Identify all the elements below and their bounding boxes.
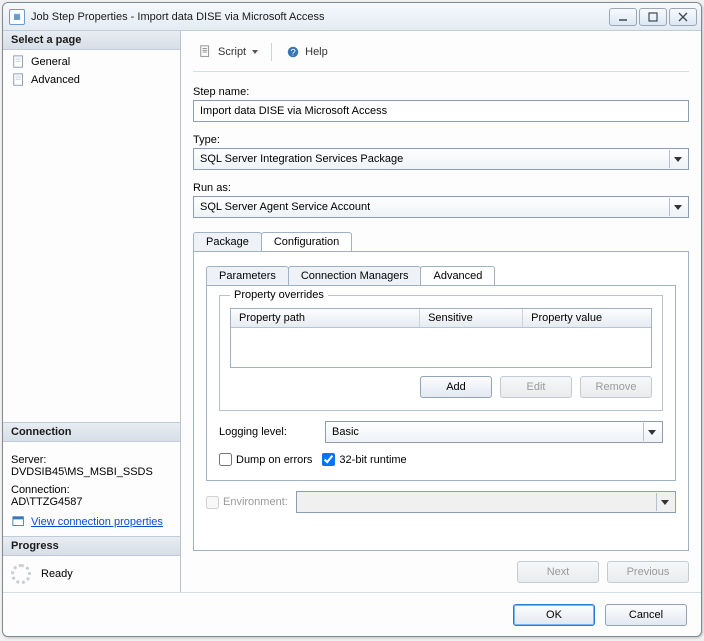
environment-combo: [296, 491, 676, 513]
tab-package[interactable]: Package: [193, 232, 262, 251]
properties-icon: [11, 514, 27, 530]
environment-checkbox[interactable]: Environment:: [206, 496, 288, 509]
chevron-down-icon: [669, 150, 686, 168]
chevron-down-icon: [656, 493, 673, 511]
maximize-button[interactable]: [639, 8, 667, 26]
minimize-button[interactable]: [609, 8, 637, 26]
progress-spinner-icon: [11, 564, 31, 584]
window-title: Job Step Properties - Import data DISE v…: [31, 11, 609, 23]
help-button[interactable]: ? Help: [280, 41, 333, 63]
server-value: DVDSIB45\MS_MSBI_SSDS: [11, 466, 172, 478]
view-connection-properties-link[interactable]: View connection properties: [31, 516, 163, 528]
progress-status: Ready: [41, 568, 73, 580]
script-button[interactable]: Script: [193, 41, 263, 63]
chevron-down-icon: [669, 198, 686, 216]
sidebar-header: Select a page: [3, 31, 180, 50]
sidebar-item-advanced[interactable]: Advanced: [7, 71, 176, 89]
property-overrides-table[interactable]: Property path Sensitive Property value: [230, 308, 652, 368]
remove-button[interactable]: Remove: [580, 376, 652, 398]
next-button[interactable]: Next: [517, 561, 599, 583]
edit-button[interactable]: Edit: [500, 376, 572, 398]
chevron-down-icon: [643, 423, 660, 441]
progress-header: Progress: [3, 537, 180, 556]
page-icon: [11, 72, 27, 88]
script-icon: [198, 44, 214, 60]
runas-label: Run as:: [193, 182, 689, 194]
help-icon: ?: [285, 44, 301, 60]
tab-advanced[interactable]: Advanced: [420, 266, 495, 285]
environment-label: Environment:: [223, 496, 288, 508]
tab-connection-managers[interactable]: Connection Managers: [288, 266, 422, 285]
advanced-panel: Property overrides Property path Sensiti…: [206, 285, 676, 481]
previous-button[interactable]: Previous: [607, 561, 689, 583]
page-icon: [11, 54, 27, 70]
chevron-down-icon: [252, 50, 258, 54]
property-overrides-title: Property overrides: [230, 289, 328, 301]
type-label: Type:: [193, 134, 689, 146]
sidebar-item-label: Advanced: [31, 74, 80, 86]
runas-combo[interactable]: SQL Server Agent Service Account: [193, 196, 689, 218]
type-combo-value: SQL Server Integration Services Package: [200, 153, 403, 165]
sidebar-item-label: General: [31, 56, 70, 68]
title-bar: ▦ Job Step Properties - Import data DISE…: [3, 3, 701, 31]
runas-combo-value: SQL Server Agent Service Account: [200, 201, 370, 213]
outer-tabs: Package Configuration: [193, 232, 689, 251]
inner-tabs: Parameters Connection Managers Advanced: [206, 266, 676, 285]
tab-parameters[interactable]: Parameters: [206, 266, 289, 285]
step-name-label: Step name:: [193, 86, 689, 98]
ok-button[interactable]: OK: [513, 604, 595, 626]
toolbar: Script ? Help: [193, 39, 689, 72]
connection-value: AD\TTZG4587: [11, 496, 172, 508]
content-panel: Script ? Help Step name: Type: SQL Serve…: [181, 31, 701, 592]
cancel-button[interactable]: Cancel: [605, 604, 687, 626]
app-icon: ▦: [9, 9, 25, 25]
close-button[interactable]: [669, 8, 697, 26]
col-property-value[interactable]: Property value: [523, 309, 651, 327]
col-property-path[interactable]: Property path: [231, 309, 420, 327]
connection-header: Connection: [3, 423, 180, 442]
configuration-panel: Parameters Connection Managers Advanced …: [193, 251, 689, 551]
32bit-runtime-checkbox[interactable]: 32-bit runtime: [322, 453, 406, 466]
sidebar: Select a page General Advanced Connectio…: [3, 31, 181, 592]
col-sensitive[interactable]: Sensitive: [420, 309, 523, 327]
svg-text:?: ?: [290, 48, 295, 59]
tab-configuration[interactable]: Configuration: [261, 232, 352, 251]
server-label: Server:: [11, 454, 172, 466]
logging-level-label: Logging level:: [219, 426, 315, 438]
connection-label: Connection:: [11, 484, 172, 496]
sidebar-item-general[interactable]: General: [7, 53, 176, 71]
logging-level-combo[interactable]: Basic: [325, 421, 663, 443]
logging-level-value: Basic: [332, 426, 359, 438]
dialog-footer: OK Cancel: [3, 592, 701, 636]
type-combo[interactable]: SQL Server Integration Services Package: [193, 148, 689, 170]
add-button[interactable]: Add: [420, 376, 492, 398]
dump-on-errors-checkbox[interactable]: Dump on errors: [219, 453, 312, 466]
property-overrides-group: Property overrides Property path Sensiti…: [219, 295, 663, 411]
toolbar-separator: [271, 43, 272, 61]
step-name-input[interactable]: [193, 100, 689, 122]
